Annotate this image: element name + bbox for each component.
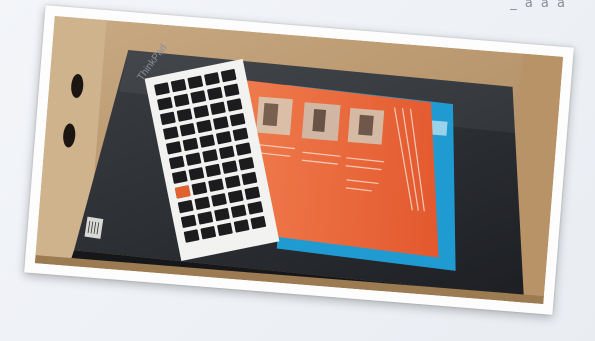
background-scribble: _ a a a: [510, 0, 567, 11]
photo-print: ThinkPad: [24, 5, 574, 315]
lid-barcode-label: [84, 216, 104, 239]
boxed-laptop-photo: ThinkPad: [34, 15, 564, 305]
